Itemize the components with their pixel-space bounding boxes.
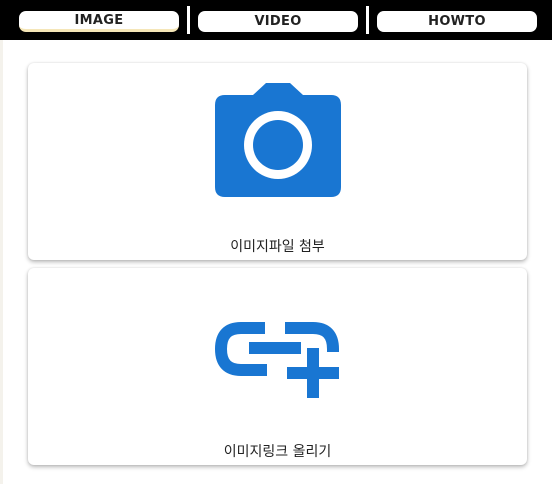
attach-image-file-label: 이미지파일 첨부 — [230, 239, 325, 255]
tab-bar: IMAGE VIDEO HOWTO — [0, 0, 552, 40]
tab-howto[interactable]: HOWTO — [377, 11, 537, 32]
upload-image-link-label: 이미지링크 올리기 — [223, 444, 332, 460]
tab-divider — [366, 6, 369, 34]
attach-image-file-card[interactable]: 이미지파일 첨부 — [28, 63, 527, 260]
camera-icon — [214, 83, 341, 197]
tab-video[interactable]: VIDEO — [198, 11, 358, 32]
left-edge — [0, 40, 3, 484]
tab-image[interactable]: IMAGE — [19, 11, 179, 32]
upload-image-link-card[interactable]: 이미지링크 올리기 — [28, 268, 527, 465]
tab-divider — [187, 6, 190, 34]
add-link-icon — [214, 322, 339, 398]
